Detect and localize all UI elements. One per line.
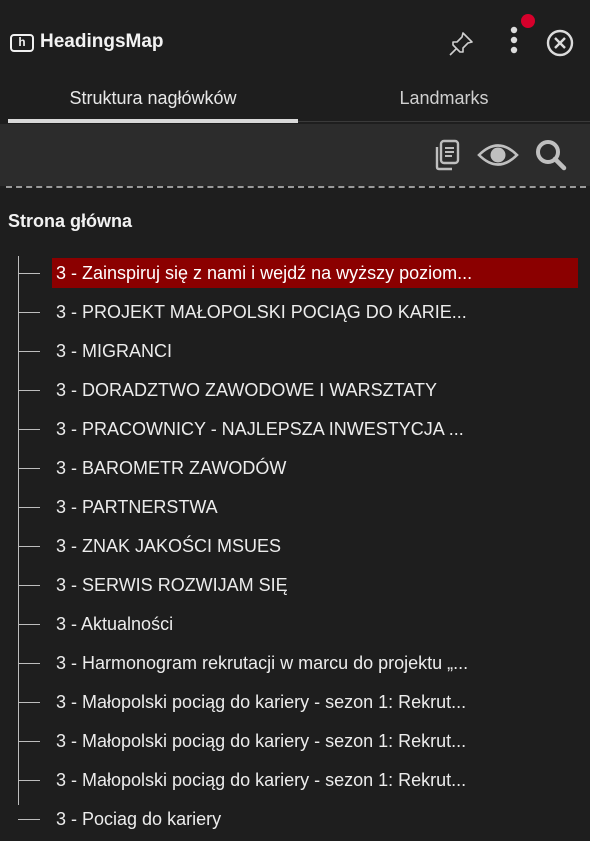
tree-item: 3 - Pociag do kariery [18,802,578,836]
tree-connector [18,546,40,547]
tree-item: 3 - Zainspiruj się z nami i wejdź na wyż… [18,256,578,290]
heading-link[interactable]: 3 - DORADZTWO ZAWODOWE I WARSZTATY [52,375,578,405]
toolbar [0,124,590,186]
tree-item: 3 - Małopolski pociąg do kariery - sezon… [18,685,578,719]
heading-link[interactable]: 3 - Małopolski pociąg do kariery - sezon… [52,687,578,717]
tree-item: 3 - Aktualności [18,607,578,641]
tree-connector [18,819,40,820]
tab-bar: Struktura nagłówków Landmarks [0,78,590,124]
tree-connector [18,624,40,625]
tree-connector [18,312,40,313]
tree-connector [18,780,40,781]
tree-connector [18,351,40,352]
heading-link[interactable]: 3 - Małopolski pociąg do kariery - sezon… [52,765,578,795]
heading-link[interactable]: 3 - Małopolski pociąg do kariery - sezon… [52,726,578,756]
search-icon[interactable] [534,138,568,177]
heading-link[interactable]: 3 - BAROMETR ZAWODÓW [52,453,578,483]
tree-item: 3 - PRACOWNICY - NAJLEPSZA INWESTYCJA ..… [18,412,578,446]
pin-icon[interactable] [447,30,475,63]
tree-item: 3 - SERWIS ROZWIJAM SIĘ [18,568,578,602]
tree-item: 3 - DORADZTWO ZAWODOWE I WARSZTATY [18,373,578,407]
tree-item: 3 - ZNAK JAKOŚCI MSUES [18,529,578,563]
active-tab-indicator [8,119,298,123]
heading-link[interactable]: 3 - Harmonogram rekrutacji w marcu do pr… [52,648,578,678]
heading-link[interactable]: 3 - Aktualności [52,609,578,639]
tree-connector [18,585,40,586]
tree-connector [18,702,40,703]
heading-link[interactable]: 3 - PARTNERSTWA [52,492,578,522]
tree-item: 3 - Małopolski pociąg do kariery - sezon… [18,763,578,797]
tree-root-heading[interactable]: Strona główna [8,211,132,232]
heading-link[interactable]: 3 - SERWIS ROZWIJAM SIĘ [52,570,578,600]
kebab-menu-icon[interactable] [508,24,520,63]
headingsmap-panel: h HeadingsMap Struktura nagłówków Landma… [0,0,590,841]
tree-connector [18,507,40,508]
tree-item: 3 - Małopolski pociąg do kariery - sezon… [18,724,578,758]
tree-connector [18,663,40,664]
tree-connector [18,741,40,742]
heading-link[interactable]: 3 - PROJEKT MAŁOPOLSKI POCIĄG DO KARIE..… [52,297,578,327]
tree-item: 3 - BAROMETR ZAWODÓW [18,451,578,485]
heading-link-active[interactable]: 3 - Zainspiruj się z nami i wejdź na wyż… [52,258,578,288]
tree-item: 3 - PARTNERSTWA [18,490,578,524]
heading-link[interactable]: 3 - PRACOWNICY - NAJLEPSZA INWESTYCJA ..… [52,414,578,444]
notification-dot [521,14,535,28]
tab-headings-structure[interactable]: Struktura nagłówków [8,78,298,122]
tree-connector [18,468,40,469]
section-divider [6,186,586,188]
tree-connector [18,273,40,274]
heading-link[interactable]: 3 - MIGRANCI [52,336,578,366]
tab-baseline [298,121,590,122]
tree-item: 3 - MIGRANCI [18,334,578,368]
tree-item: 3 - Harmonogram rekrutacji w marcu do pr… [18,646,578,680]
tree-item: 3 - PROJEKT MAŁOPOLSKI POCIĄG DO KARIE..… [18,295,578,329]
tree-connector [18,429,40,430]
headingsmap-logo-icon: h [10,34,34,52]
tree-connector [18,390,40,391]
eye-icon[interactable] [477,138,519,177]
tab-landmarks[interactable]: Landmarks [298,78,590,122]
heading-link[interactable]: 3 - Pociag do kariery [52,804,578,834]
panel-header: h HeadingsMap [0,0,590,78]
heading-link[interactable]: 3 - ZNAK JAKOŚCI MSUES [52,531,578,561]
close-icon[interactable] [545,28,575,63]
app-title: HeadingsMap [40,31,164,52]
copy-icon[interactable] [432,138,462,177]
